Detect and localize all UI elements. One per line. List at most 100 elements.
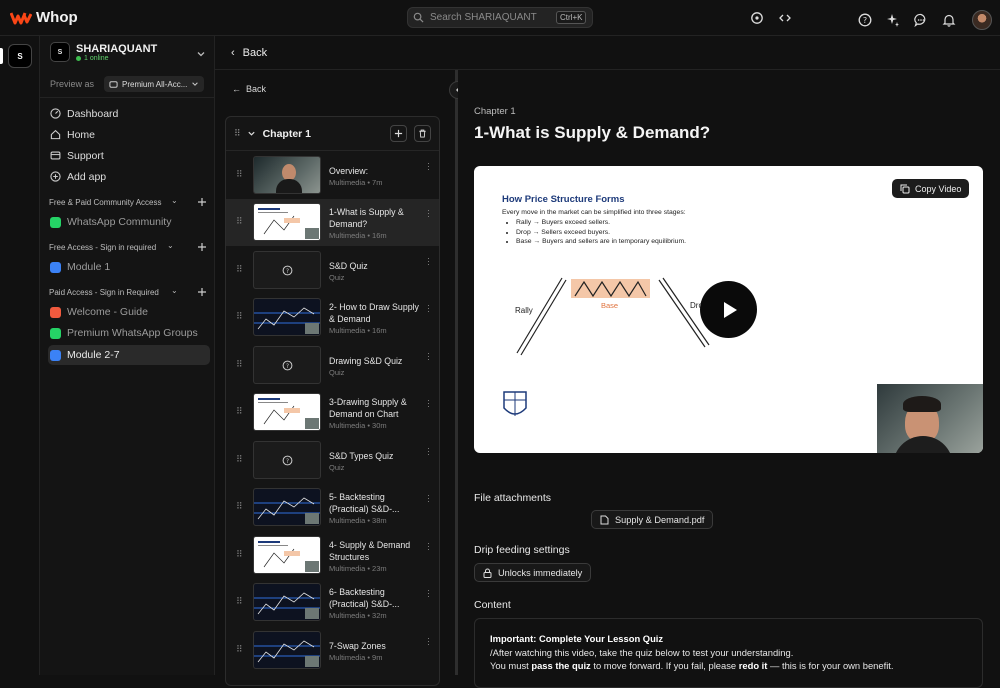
lesson-title: Overview: [329, 165, 369, 176]
business-logo: S [50, 42, 70, 62]
search-shortcut: Ctrl+K [556, 11, 587, 24]
drag-handle-icon[interactable]: ⠿ [236, 359, 243, 370]
lesson-title: 4- Supply & Demand Structures [329, 539, 411, 562]
help-icon[interactable]: ? [857, 13, 872, 28]
lesson-row[interactable]: ⠿ 5- Backtesting (Practical) S&D-... Multi… [226, 484, 439, 531]
chevron-left-icon[interactable]: ‹ [231, 47, 235, 59]
lesson-row[interactable]: ⠿? S&D Quiz Quiz · · · [226, 247, 439, 294]
lesson-row[interactable]: ⠿ 1-What is Supply & Demand? Multimedia • … [226, 199, 439, 246]
preview-as-select[interactable]: Premium All-Acc... [104, 76, 205, 92]
drip-setting-value: Unlocks immediately [498, 567, 583, 578]
lesson-row[interactable]: ⠿? Drawing S&D Quiz Quiz · · · [226, 342, 439, 389]
sidebar-item-module-2-7[interactable]: Module 2-7 [48, 345, 210, 365]
play-button[interactable] [700, 281, 757, 338]
section-header[interactable]: Paid Access - Sign in Required ⌄ [49, 286, 207, 297]
more-options-icon[interactable]: · · · [427, 396, 430, 411]
video-player[interactable]: How Price Structure Forms Every move in … [474, 166, 983, 453]
more-options-icon[interactable]: · · · [427, 301, 430, 316]
online-count: 1 online [76, 55, 157, 62]
lesson-title: Drawing S&D Quiz [329, 355, 403, 366]
plus-icon [394, 129, 403, 138]
course-icon [50, 261, 61, 273]
messages-icon[interactable] [913, 13, 928, 28]
more-options-icon[interactable]: · · · [427, 349, 430, 364]
drag-handle-icon[interactable]: ⠿ [236, 501, 243, 512]
lesson-row[interactable]: ⠿ 4- Supply & Demand Structures Multimedia… [226, 532, 439, 579]
back-link[interactable]: ← Back [232, 84, 266, 94]
section-header[interactable]: Free & Paid Community Access ⌄ [49, 196, 207, 207]
copy-video-label: Copy Video [915, 183, 962, 194]
more-options-icon[interactable]: · · · [427, 539, 430, 554]
sidebar-item-dashboard[interactable]: Dashboard [48, 103, 208, 124]
more-options-icon[interactable]: · · · [427, 634, 430, 649]
attachment-file[interactable]: Supply & Demand.pdf [591, 510, 714, 529]
search-input[interactable] [430, 12, 550, 23]
plus-icon[interactable] [197, 197, 207, 207]
sidebar-item-label: Dashboard [67, 107, 119, 120]
drag-handle-icon[interactable]: ⠿ [234, 128, 241, 139]
sidebar-item-premium-whatsapp-groups[interactable]: Premium WhatsApp Groups [48, 323, 210, 343]
whop-logo[interactable]: Whop [10, 9, 78, 26]
more-options-icon[interactable]: · · · [427, 206, 430, 221]
copy-video-button[interactable]: Copy Video [892, 179, 970, 198]
drag-handle-icon[interactable]: ⠿ [236, 596, 243, 607]
chapter-header[interactable]: ⠿ Chapter 1 [226, 117, 439, 151]
lesson-chapter-label: Chapter 1 [474, 106, 516, 117]
rail-logo-text: S [17, 51, 23, 61]
sidebar-item-module-1[interactable]: Module 1 [48, 257, 210, 277]
more-options-icon[interactable]: · · · [427, 444, 430, 459]
drag-handle-icon[interactable]: ⠿ [236, 644, 243, 655]
preview-as-value: Premium All-Acc... [122, 79, 188, 89]
add-lesson-button[interactable] [390, 125, 407, 142]
lesson-meta: Quiz [329, 367, 345, 377]
sidebar-item-add-app[interactable]: Add app [48, 166, 208, 187]
sidebar-nav: Dashboard Home Support Add app [48, 103, 208, 187]
preview-as-row: Preview as Premium All-Acc... [50, 76, 205, 92]
chevron-down-icon[interactable] [247, 129, 256, 138]
chevron-down-icon[interactable] [196, 49, 206, 59]
back-button[interactable]: Back [243, 47, 267, 59]
lesson-row[interactable]: ⠿ 3-Drawing Supply & Demand on Chart Multi… [226, 389, 439, 436]
dashboard-icon [50, 108, 61, 119]
lesson-row[interactable]: ⠿ Overview: Multimedia • 7m · · · [226, 152, 439, 199]
lesson-text: Drawing S&D Quiz Quiz [329, 355, 421, 377]
drag-handle-icon[interactable]: ⠿ [236, 169, 243, 180]
chat-bubble-icon[interactable] [749, 10, 764, 25]
chevron-down-icon [192, 82, 199, 86]
section-header[interactable]: Free Access - Sign in required ⌄ [49, 241, 207, 252]
plus-icon[interactable] [197, 242, 207, 252]
more-options-icon[interactable]: · · · [427, 254, 430, 269]
bell-icon[interactable] [941, 13, 956, 28]
sidebar-item-support[interactable]: Support [48, 145, 208, 166]
rally-label: Rally [515, 306, 533, 315]
lesson-row[interactable]: ⠿ 7-Swap Zones Multimedia • 9m · · · [226, 627, 439, 674]
drag-handle-icon[interactable]: ⠿ [236, 264, 243, 275]
user-avatar[interactable] [972, 10, 992, 30]
drag-handle-icon[interactable]: ⠿ [236, 406, 243, 417]
lesson-row[interactable]: ⠿ 2- How to Draw Supply & Demand Multimedi… [226, 294, 439, 341]
sidebar-item-home[interactable]: Home [48, 124, 208, 145]
sparkles-icon[interactable] [885, 13, 900, 28]
drag-handle-icon[interactable]: ⠿ [236, 549, 243, 560]
more-options-icon[interactable]: · · · [427, 586, 430, 601]
more-options-icon[interactable]: · · · [427, 491, 430, 506]
sidebar-item-whatsapp-community[interactable]: WhatsApp Community [48, 212, 210, 232]
drag-handle-icon[interactable]: ⠿ [236, 216, 243, 227]
plus-icon[interactable] [197, 287, 207, 297]
content-title: Content [474, 599, 511, 611]
sidebar-item-welcome-guide[interactable]: Welcome - Guide [48, 302, 210, 322]
delete-chapter-button[interactable] [414, 125, 431, 142]
drip-setting-chip[interactable]: Unlocks immediately [474, 563, 592, 582]
more-options-icon[interactable]: · · · [427, 159, 430, 174]
sidebar-divider [40, 97, 215, 98]
global-search[interactable]: Ctrl+K [407, 7, 593, 28]
rail-business-logo[interactable]: S [8, 44, 32, 68]
lesson-list-column: ← Back ⠿ Chapter 1 ⠿ Overview: Multimedia … [215, 70, 456, 686]
code-icon[interactable] [777, 10, 792, 25]
drag-handle-icon[interactable]: ⠿ [236, 311, 243, 322]
lesson-row[interactable]: ⠿ 6- Backtesting (Practical) S&D-... Multi… [226, 579, 439, 626]
lesson-row[interactable]: ⠿? S&D Types Quiz Quiz · · · [226, 437, 439, 484]
whop-logo-icon [10, 11, 32, 24]
drag-handle-icon[interactable]: ⠿ [236, 454, 243, 465]
business-switcher[interactable]: S SHARIAQUANT 1 online [50, 42, 157, 62]
